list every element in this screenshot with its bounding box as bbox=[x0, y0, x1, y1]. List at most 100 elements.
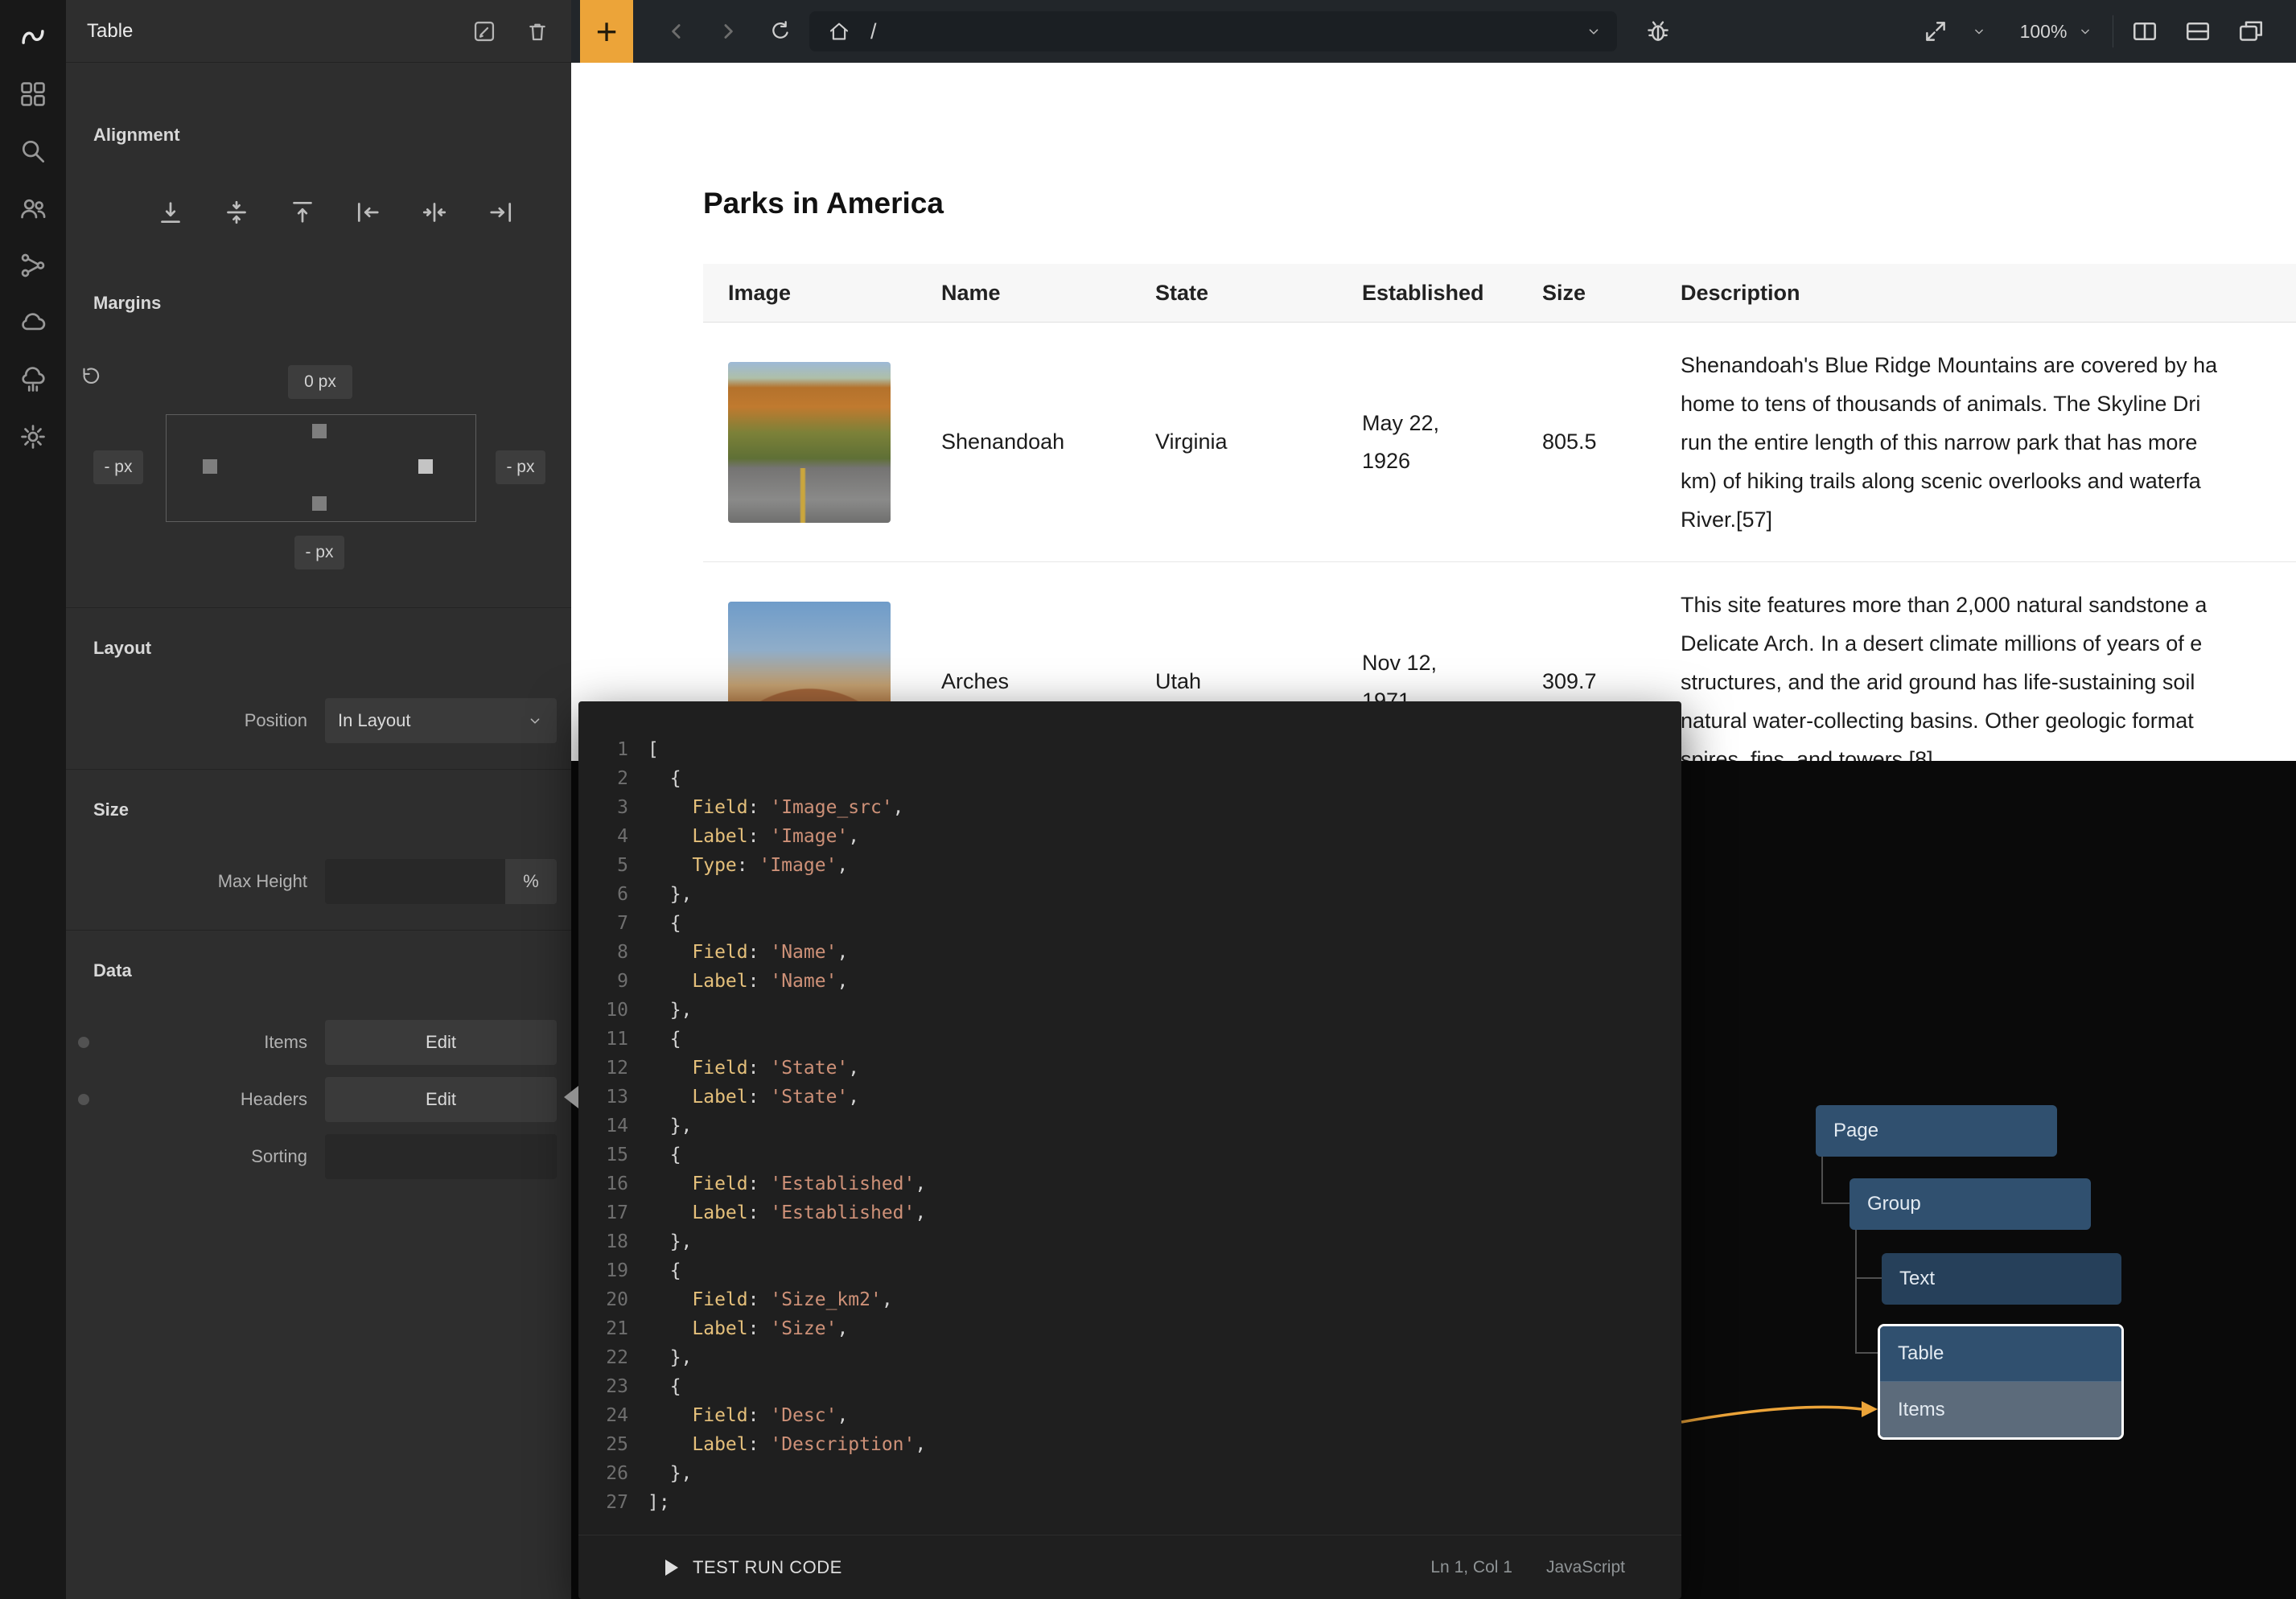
line-number: 1 bbox=[578, 735, 648, 764]
headers-connection-port[interactable] bbox=[78, 1094, 89, 1105]
max-height-unit[interactable]: % bbox=[505, 859, 557, 904]
headers-edit-button[interactable]: Edit bbox=[325, 1077, 557, 1122]
margin-right-value[interactable]: - px bbox=[496, 450, 545, 484]
code-line[interactable]: 14 }, bbox=[578, 1112, 1681, 1141]
collaboration-icon[interactable] bbox=[15, 191, 51, 226]
park-state: Virginia bbox=[1130, 323, 1337, 561]
margin-handle-bottom[interactable] bbox=[312, 496, 327, 511]
description-line: structures, and the arid ground has life… bbox=[1681, 663, 2195, 701]
layout-windows-icon[interactable] bbox=[2236, 17, 2265, 46]
home-icon[interactable] bbox=[827, 19, 851, 43]
items-edit-button[interactable]: Edit bbox=[325, 1020, 557, 1065]
code-line[interactable]: 11 { bbox=[578, 1025, 1681, 1054]
code-line[interactable]: 6 }, bbox=[578, 880, 1681, 909]
node-table-selected[interactable]: Table Items bbox=[1878, 1324, 2124, 1440]
zoom-level[interactable]: 100% bbox=[2001, 0, 2086, 63]
code-line[interactable]: 16 Field: 'Established', bbox=[578, 1169, 1681, 1198]
code-line[interactable]: 17 Label: 'Established', bbox=[578, 1198, 1681, 1227]
code-line[interactable]: 12 Field: 'State', bbox=[578, 1054, 1681, 1083]
panel-header: Table bbox=[66, 0, 571, 63]
code-line[interactable]: 7 { bbox=[578, 909, 1681, 938]
line-number: 14 bbox=[578, 1112, 648, 1141]
code-line[interactable]: 27]; bbox=[578, 1488, 1681, 1517]
code-line[interactable]: 24 Field: 'Desc', bbox=[578, 1401, 1681, 1430]
code-line[interactable]: 19 { bbox=[578, 1256, 1681, 1285]
items-connection-port[interactable] bbox=[78, 1037, 89, 1048]
layout-split-horizontal-icon[interactable] bbox=[2183, 17, 2212, 46]
route-path: / bbox=[870, 11, 877, 51]
description-line: River.[57] bbox=[1681, 500, 1772, 539]
code-line[interactable]: 3 Field: 'Image_src', bbox=[578, 793, 1681, 822]
line-number: 15 bbox=[578, 1141, 648, 1169]
code-line[interactable]: 20 Field: 'Size_km2', bbox=[578, 1285, 1681, 1314]
test-run-code-button[interactable]: TEST RUN CODE bbox=[665, 1557, 842, 1578]
position-select[interactable]: In Layout bbox=[325, 698, 557, 743]
divider bbox=[66, 607, 571, 608]
sorting-input[interactable] bbox=[325, 1134, 557, 1179]
code-line[interactable]: 21 Label: 'Size', bbox=[578, 1314, 1681, 1343]
headers-label: Headers bbox=[93, 1077, 307, 1122]
layout-split-vertical-icon[interactable] bbox=[2130, 17, 2159, 46]
code-line[interactable]: 15 { bbox=[578, 1141, 1681, 1169]
url-bar[interactable]: / bbox=[809, 11, 1617, 51]
nav-back-icon[interactable] bbox=[665, 19, 689, 43]
code-lines[interactable]: 1[2 {3 Field: 'Image_src',4 Label: 'Imag… bbox=[578, 701, 1681, 1535]
code-line[interactable]: 4 Label: 'Image', bbox=[578, 822, 1681, 851]
noodl-logo[interactable] bbox=[15, 19, 51, 55]
code-line[interactable]: 25 Label: 'Description', bbox=[578, 1430, 1681, 1459]
code-line[interactable]: 8 Field: 'Name', bbox=[578, 938, 1681, 967]
node-text[interactable]: Text bbox=[1882, 1253, 2121, 1305]
code-line[interactable]: 18 }, bbox=[578, 1227, 1681, 1256]
node-table-items-port[interactable]: Items bbox=[1880, 1382, 2121, 1437]
position-value: In Layout bbox=[338, 710, 411, 731]
delete-icon[interactable] bbox=[525, 18, 550, 44]
margin-top-value[interactable]: 0 px bbox=[288, 365, 352, 399]
code-line[interactable]: 23 { bbox=[578, 1372, 1681, 1401]
align-right-icon[interactable] bbox=[486, 198, 515, 227]
description-line: home to tens of thousands of animals. Th… bbox=[1681, 384, 2200, 423]
margin-bottom-value[interactable]: - px bbox=[294, 536, 344, 569]
margin-handle-top[interactable] bbox=[312, 424, 327, 438]
code-line[interactable]: 9 Label: 'Name', bbox=[578, 967, 1681, 996]
line-number: 13 bbox=[578, 1083, 648, 1112]
margin-handle-left[interactable] bbox=[203, 459, 217, 474]
code-line[interactable]: 10 }, bbox=[578, 996, 1681, 1025]
code-line[interactable]: 13 Label: 'State', bbox=[578, 1083, 1681, 1112]
code-line[interactable]: 26 }, bbox=[578, 1459, 1681, 1488]
margin-handle-right[interactable] bbox=[418, 459, 433, 474]
settings-icon[interactable] bbox=[15, 419, 51, 454]
zoom-chevron-icon[interactable] bbox=[2077, 23, 2093, 39]
cloud-functions-icon[interactable] bbox=[15, 362, 51, 397]
reset-margins-icon[interactable] bbox=[79, 364, 103, 388]
search-icon[interactable] bbox=[15, 134, 51, 169]
viewport-size-icon[interactable] bbox=[1922, 18, 1949, 45]
align-bottom-icon[interactable] bbox=[156, 198, 185, 227]
align-top-icon[interactable] bbox=[288, 198, 317, 227]
park-description: Shenandoah's Blue Ridge Mountains are co… bbox=[1656, 323, 2296, 561]
code-line[interactable]: 1[ bbox=[578, 735, 1681, 764]
edit-component-icon[interactable] bbox=[471, 18, 497, 44]
add-node-button[interactable]: + bbox=[580, 0, 633, 63]
align-left-icon[interactable] bbox=[354, 198, 383, 227]
margin-left-value[interactable]: - px bbox=[93, 450, 143, 484]
refresh-icon[interactable] bbox=[767, 18, 793, 44]
align-center-vertical-icon[interactable] bbox=[222, 198, 251, 227]
max-height-input[interactable] bbox=[325, 859, 505, 904]
node-group[interactable]: Group bbox=[1850, 1178, 2091, 1230]
alignment-section-label: Alignment bbox=[93, 125, 180, 146]
debug-bug-icon[interactable] bbox=[1644, 18, 1672, 45]
properties-panel: Table Alignment Margins 0 px - px - px -… bbox=[66, 0, 571, 1599]
viewport-chevron-icon[interactable] bbox=[1971, 23, 1987, 39]
route-dropdown-chevron-icon[interactable] bbox=[1585, 23, 1603, 40]
node-tree-icon[interactable] bbox=[15, 248, 51, 283]
code-line[interactable]: 2 { bbox=[578, 764, 1681, 793]
code-line[interactable]: 22 }, bbox=[578, 1343, 1681, 1372]
components-icon[interactable] bbox=[15, 76, 51, 112]
line-number: 17 bbox=[578, 1198, 648, 1227]
align-center-horizontal-icon[interactable] bbox=[420, 198, 449, 227]
code-line[interactable]: 5 Type: 'Image', bbox=[578, 851, 1681, 880]
cloud-services-icon[interactable] bbox=[15, 305, 51, 340]
node-table[interactable]: Table bbox=[1880, 1326, 2121, 1382]
node-page[interactable]: Page bbox=[1816, 1105, 2057, 1157]
nav-forward-icon[interactable] bbox=[716, 19, 740, 43]
